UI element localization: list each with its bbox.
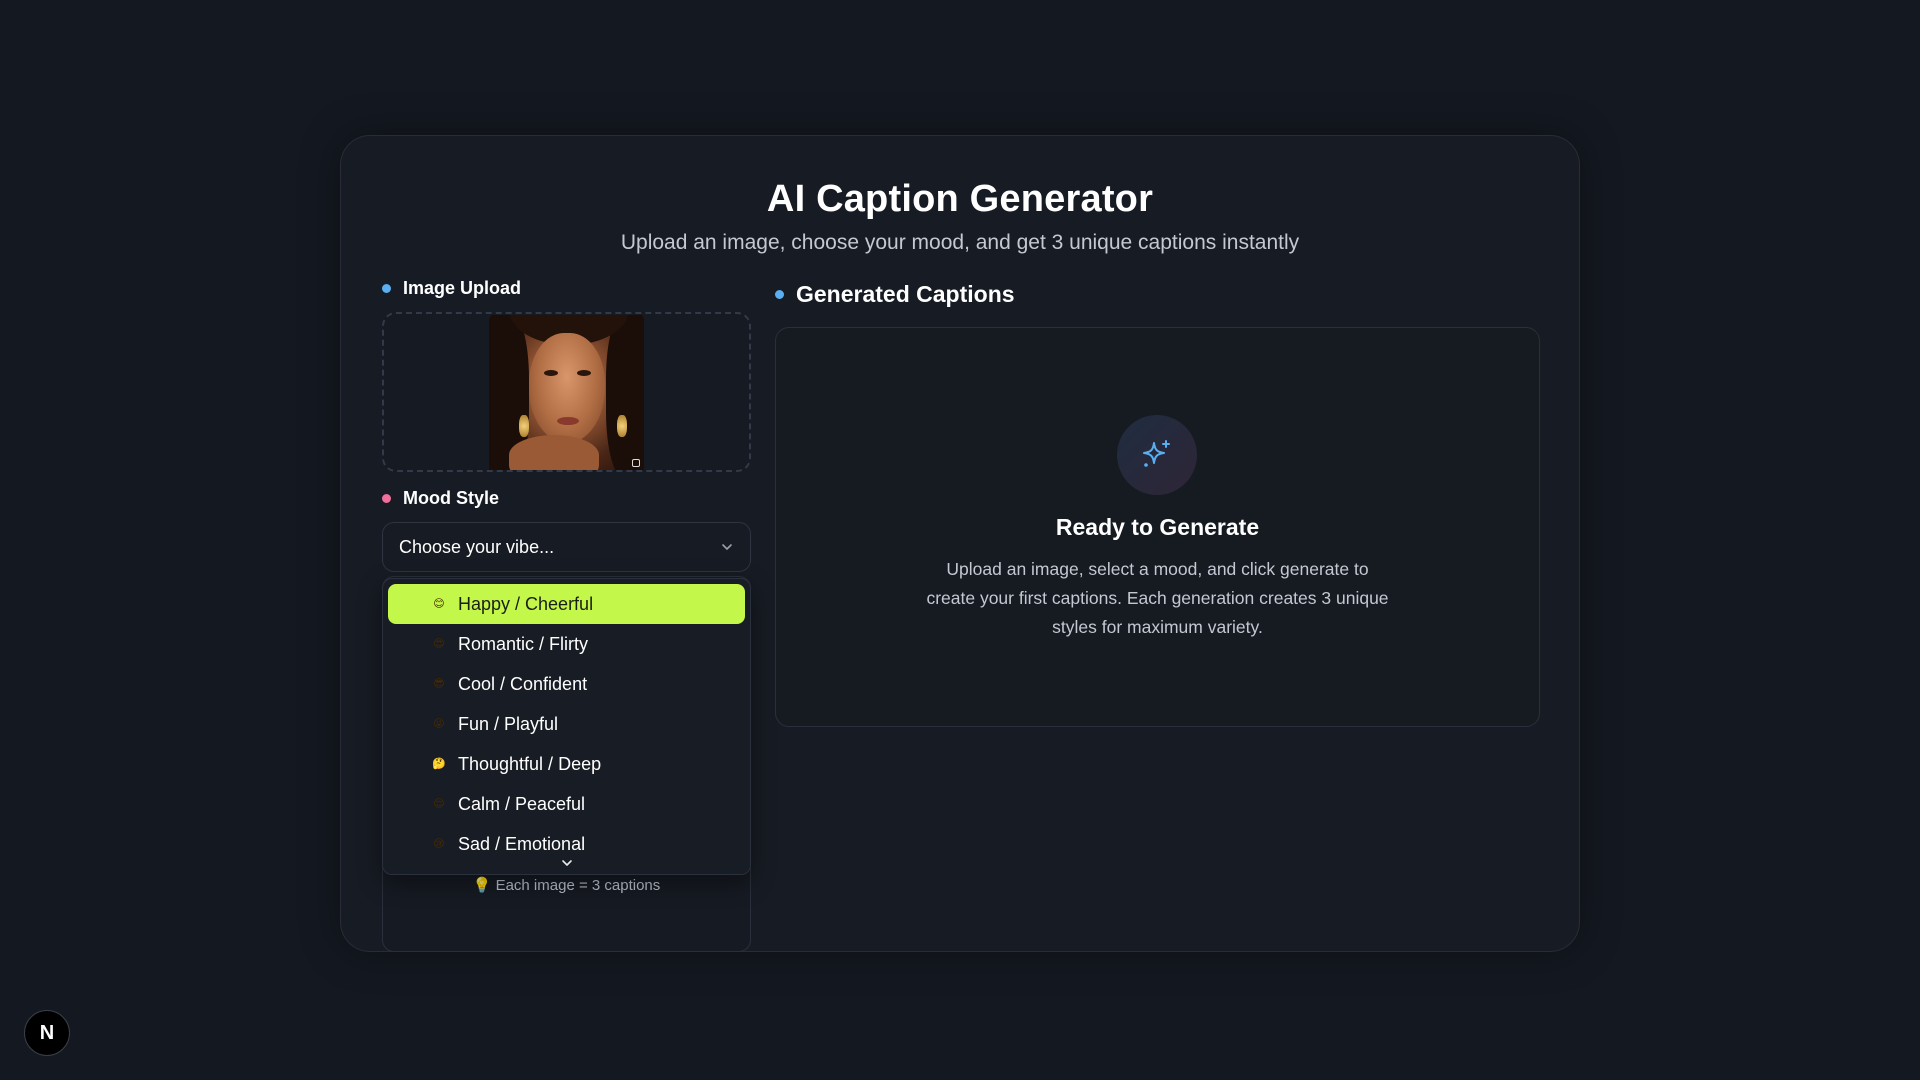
page: AI Caption Generator Upload an image, ch… [0,0,1920,1080]
chevron-down-icon [722,544,732,550]
bullet-dot-icon [382,494,391,503]
captions-panel: Ready to Generate Upload an image, selec… [775,327,1540,727]
nextjs-letter: N [39,1021,55,1044]
mood-option-happy[interactable]: 😊 Happy / Cheerful [388,584,745,624]
mood-option-label: Cool / Confident [458,673,588,694]
mood-option-label: Calm / Peaceful [458,793,586,814]
image-upload-label-text: Image Upload [403,278,522,298]
mood-option-romantic[interactable]: 😍 Romantic / Flirty [388,624,745,664]
crying-face-icon: 😢 [433,837,445,850]
relieved-face-icon: 😌 [433,797,445,810]
uploaded-image-preview [489,315,644,470]
mood-style-label: Mood Style [382,488,499,509]
generated-captions-label-text: Generated Captions [796,281,1015,307]
mood-option-label: Fun / Playful [458,713,559,734]
mood-option-fun[interactable]: 😜 Fun / Playful [388,704,745,744]
heart-eyes-face-icon: 😍 [433,637,445,650]
winking-tongue-face-icon: 😜 [433,717,445,730]
sunglasses-face-icon: 😎 [433,677,445,690]
ready-title: Ready to Generate [1055,514,1260,540]
page-title: AI Caption Generator [766,178,1154,220]
ready-description: Upload an image, select a mood, and clic… [926,559,1389,637]
captions-hint: 💡 Each image = 3 captions [472,877,661,894]
sparkles-icon [1143,440,1170,467]
thinking-face-icon: 🤔 [432,757,446,770]
mood-dropdown-menu: 😊 Happy / Cheerful 😍 Romantic / Flirty 😎… [382,578,751,875]
mood-option-thoughtful[interactable]: 🤔 Thoughtful / Deep [388,744,745,784]
bullet-dot-icon [775,290,784,299]
mood-select[interactable]: Choose your vibe... [382,522,751,572]
mood-option-cool[interactable]: 😎 Cool / Confident [388,664,745,704]
nextjs-badge-button[interactable]: N [24,1010,70,1056]
mood-style-label-text: Mood Style [403,488,500,508]
image-corner-icon [632,459,640,467]
sparkles-icon-badge [1117,415,1197,495]
mood-option-calm[interactable]: 😌 Calm / Peaceful [388,784,745,824]
smiling-face-icon: 😊 [433,597,445,610]
page-subtitle: Upload an image, choose your mood, and g… [620,231,1300,254]
image-upload-dropzone[interactable] [382,312,751,472]
bullet-dot-icon [382,284,391,293]
caption-generator-card: AI Caption Generator Upload an image, ch… [340,135,1580,952]
generated-captions-label: Generated Captions [775,281,1015,308]
mood-option-label: Thoughtful / Deep [458,753,602,774]
chevron-down-icon [561,860,572,866]
image-upload-label: Image Upload [382,278,521,299]
mood-select-placeholder: Choose your vibe... [399,536,555,557]
mood-option-label: Romantic / Flirty [458,633,589,654]
mood-option-label: Happy / Cheerful [458,593,594,614]
dropdown-scroll-down[interactable] [383,852,750,874]
